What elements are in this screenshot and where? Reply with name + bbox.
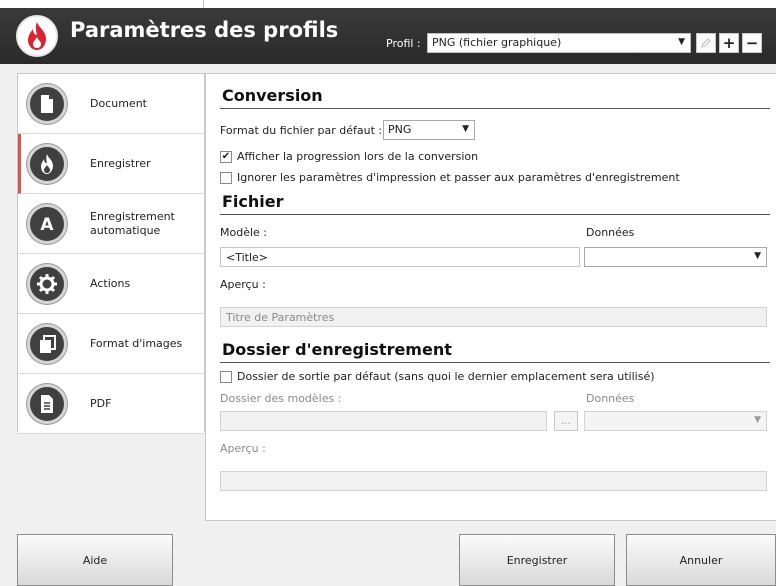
- sidebar-item-image-format[interactable]: Format d'images: [18, 314, 204, 374]
- profile-select-value: PNG (fichier graphique): [432, 36, 562, 49]
- show-progress-label: Afficher la progression lors de la conve…: [237, 150, 479, 163]
- pencil-icon: [701, 38, 711, 48]
- folder-preview-label: Aperçu :: [220, 442, 266, 455]
- header-bar: Paramètres des profils Profil : PNG (fic…: [0, 8, 776, 64]
- svg-text:A: A: [40, 215, 54, 234]
- default-folder-label: Dossier de sortie par défaut (sans quoi …: [237, 370, 655, 383]
- sidebar-item-autosave[interactable]: A Enregistrement automatique: [18, 194, 204, 254]
- profile-select[interactable]: PNG (fichier graphique) ▼: [427, 33, 691, 53]
- sidebar-item-label: Document: [90, 96, 147, 110]
- file-preview-field: Titre de Paramètres: [220, 307, 767, 327]
- settings-panel: Conversion Format du fichier par défaut …: [205, 73, 776, 521]
- flame-logo-icon: [16, 15, 58, 57]
- add-profile-button[interactable]: +: [719, 33, 739, 53]
- letter-a-icon: A: [27, 204, 67, 244]
- models-folder-input: [220, 411, 547, 431]
- section-divider: [220, 214, 770, 215]
- document-icon: [27, 84, 67, 124]
- plus-icon: +: [722, 34, 736, 52]
- show-progress-checkbox[interactable]: ✔: [220, 150, 232, 163]
- help-button[interactable]: Aide: [17, 534, 173, 586]
- window-top-strip: [0, 0, 776, 8]
- images-icon: [27, 324, 67, 364]
- default-folder-checkbox[interactable]: [220, 370, 232, 383]
- model-label: Modèle :: [220, 226, 267, 239]
- rename-profile-button[interactable]: [696, 33, 716, 53]
- file-preview-label: Aperçu :: [220, 278, 266, 291]
- remove-profile-button[interactable]: −: [742, 33, 762, 53]
- skip-print-label: Ignorer les paramètres d'impression et p…: [237, 171, 680, 184]
- chevron-down-icon: ▼: [678, 37, 685, 47]
- sidebar-item-label: Enregistrer: [90, 156, 151, 170]
- sidebar-item-label: Enregistrement automatique: [90, 209, 175, 237]
- file-data-select[interactable]: ▼: [584, 247, 767, 267]
- minus-icon: −: [745, 34, 759, 52]
- section-title-conversion: Conversion: [222, 86, 323, 105]
- file-data-label: Données: [586, 226, 635, 239]
- skip-print-checkbox-row[interactable]: Ignorer les paramètres d'impression et p…: [220, 171, 680, 184]
- section-divider: [220, 108, 770, 109]
- sidebar-item-label: PDF: [90, 396, 112, 410]
- cancel-button[interactable]: Annuler: [626, 534, 776, 586]
- sidebar-item-enregistrer[interactable]: Enregistrer: [18, 134, 204, 194]
- gear-icon: [27, 264, 67, 304]
- chevron-down-icon: ▼: [754, 251, 761, 261]
- profile-label: Profil :: [386, 37, 421, 50]
- show-progress-checkbox-row[interactable]: ✔ Afficher la progression lors de la con…: [220, 150, 478, 163]
- chevron-down-icon: ▼: [754, 415, 761, 425]
- sidebar: Document Enregistrer A Enregistrement au…: [17, 73, 205, 434]
- section-divider: [220, 362, 770, 363]
- models-folder-label: Dossier des modèles :: [220, 392, 342, 405]
- save-button[interactable]: Enregistrer: [459, 534, 615, 586]
- default-format-label: Format du fichier par défaut :: [220, 124, 383, 137]
- folder-data-label: Données: [586, 392, 635, 405]
- section-title-dossier: Dossier d'enregistrement: [222, 340, 452, 359]
- sidebar-item-document[interactable]: Document: [18, 74, 204, 134]
- default-format-value: PNG: [388, 123, 412, 136]
- browse-folder-button[interactable]: ...: [554, 411, 578, 431]
- folder-preview-field: [220, 471, 767, 491]
- default-format-select[interactable]: PNG ▼: [383, 120, 475, 140]
- divider: [203, 0, 204, 8]
- skip-print-checkbox[interactable]: [220, 171, 232, 184]
- section-title-fichier: Fichier: [222, 192, 284, 211]
- default-folder-checkbox-row[interactable]: Dossier de sortie par défaut (sans quoi …: [220, 370, 655, 383]
- sidebar-item-label: Actions: [90, 276, 131, 290]
- sidebar-item-label: Format d'images: [90, 336, 183, 350]
- folder-data-select: ▼: [584, 411, 767, 431]
- page-title: Paramètres des profils: [70, 18, 339, 42]
- flame-icon: [27, 144, 67, 184]
- sidebar-item-actions[interactable]: Actions: [18, 254, 204, 314]
- pdf-document-icon: [27, 384, 67, 424]
- model-input[interactable]: <Title>: [220, 247, 580, 267]
- sidebar-item-pdf[interactable]: PDF: [18, 374, 204, 434]
- chevron-down-icon: ▼: [462, 124, 469, 134]
